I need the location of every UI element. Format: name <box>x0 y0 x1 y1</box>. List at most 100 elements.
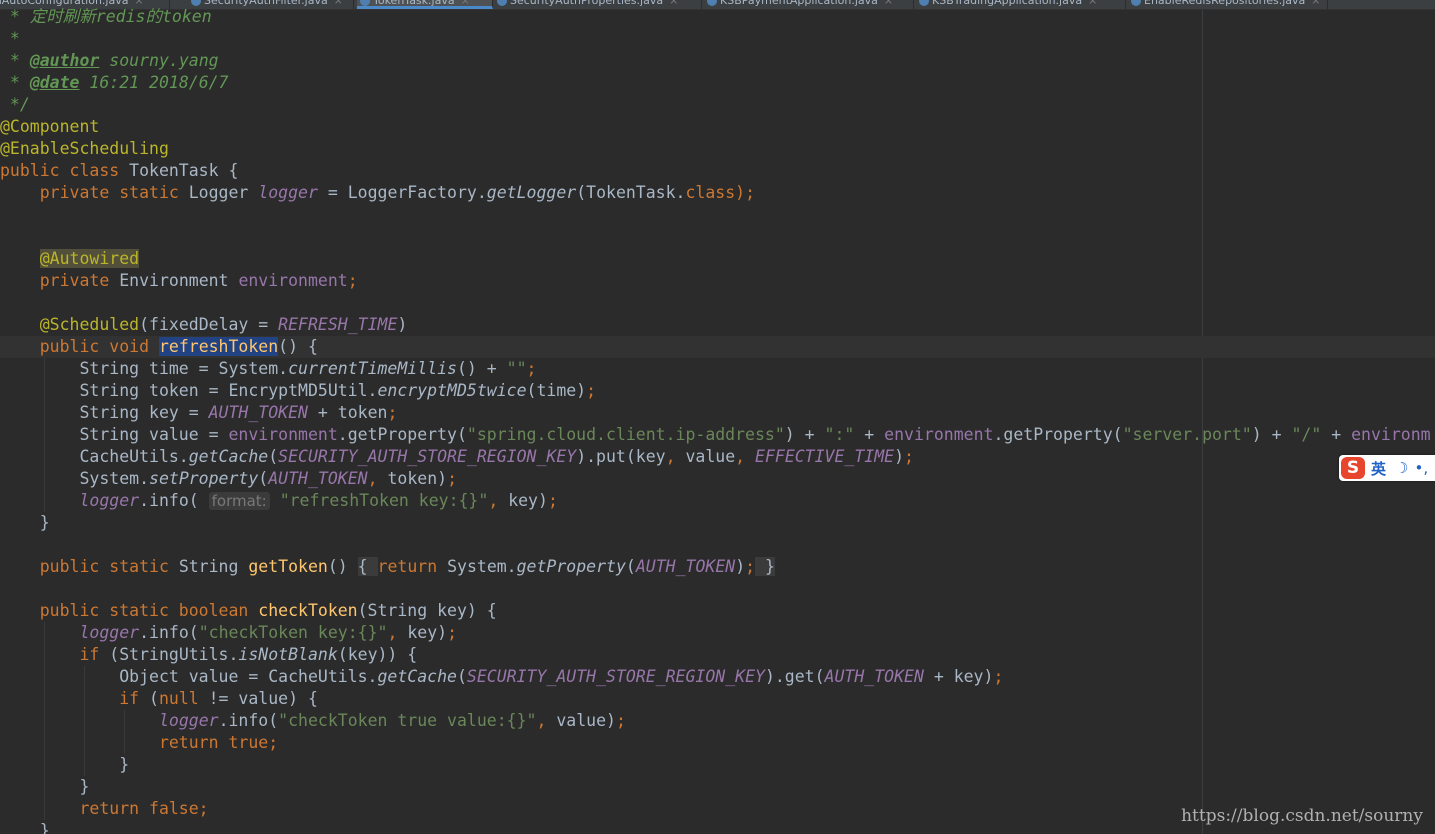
code-token: ; <box>447 469 457 488</box>
code-line[interactable]: String time = System.currentTimeMillis()… <box>0 358 1435 380</box>
code-line[interactable]: public static boolean checkToken(String … <box>0 600 1435 622</box>
indent-guide <box>84 688 85 710</box>
code-token: (StringUtils. <box>109 645 239 664</box>
code-token: TokenTask { <box>129 161 239 180</box>
code-line[interactable]: @EnableScheduling <box>0 138 1435 160</box>
punctuation-icon[interactable]: •, <box>1414 459 1428 477</box>
code-token: "" <box>506 359 527 378</box>
indent-guide <box>84 732 85 754</box>
code-line[interactable]: private Environment environment; <box>0 270 1435 292</box>
code-line[interactable]: public class TokenTask { <box>0 160 1435 182</box>
code-token: , <box>387 623 408 642</box>
code-line[interactable]: String key = AUTH_TOKEN + token; <box>0 402 1435 424</box>
code-line[interactable] <box>0 578 1435 600</box>
watermark: https://blog.csdn.net/sourny <box>1181 806 1423 826</box>
code-line[interactable]: } <box>0 776 1435 798</box>
code-line[interactable]: String token = EncryptMD5Util.encryptMD5… <box>0 380 1435 402</box>
ide-editor-window: AuthAutoConfiguration.java×SecurityAuthF… <box>0 0 1435 834</box>
ime-language-toggle[interactable]: 英 <box>1371 458 1386 479</box>
code-line[interactable]: logger.info("checkToken key:{}", key); <box>0 622 1435 644</box>
code-token: encryptMD5twice <box>377 381 527 400</box>
code-line[interactable] <box>0 534 1435 556</box>
code-line[interactable]: if (null != value) { <box>0 688 1435 710</box>
code-line[interactable]: return true; <box>0 732 1435 754</box>
code-token: ( <box>268 447 279 466</box>
indent-guide <box>84 754 85 776</box>
indent-guide <box>44 468 45 490</box>
code-line[interactable]: * @author sourny.yang <box>0 50 1435 72</box>
code-token: * <box>0 51 30 70</box>
code-line[interactable] <box>0 204 1435 226</box>
code-token: logger <box>79 491 140 510</box>
code-line[interactable] <box>0 292 1435 314</box>
code-token: + <box>854 425 885 444</box>
code-token: (fixedDelay = <box>139 315 279 334</box>
code-token: ) <box>894 447 905 466</box>
code-token: getCache <box>377 667 457 686</box>
code-line[interactable]: CacheUtils.getCache(SECURITY_AUTH_STORE_… <box>0 446 1435 468</box>
code-token: * <box>0 29 20 48</box>
indent-guide <box>44 380 45 402</box>
indent-guide <box>44 666 45 688</box>
code-token: ":" <box>824 425 855 444</box>
code-token: Environment <box>119 271 239 290</box>
code-line[interactable]: private static Logger logger = LoggerFac… <box>0 182 1435 204</box>
code-line[interactable]: * <box>0 28 1435 50</box>
code-token: logger <box>79 623 140 642</box>
code-line[interactable]: if (StringUtils.isNotBlank(key)) { <box>0 644 1435 666</box>
code-token: ; <box>615 711 626 730</box>
code-token: token) <box>387 469 448 488</box>
code-line[interactable]: @Autowired <box>0 248 1435 270</box>
code-line[interactable]: * @date 16:21 2018/6/7 <box>0 72 1435 94</box>
code-token: environment <box>238 271 348 290</box>
code-line[interactable]: Object value = CacheUtils.getCache(SECUR… <box>0 666 1435 688</box>
code-token: isNotBlank <box>238 645 338 664</box>
code-token: currentTimeMillis <box>288 359 457 378</box>
code-token: SECURITY_AUTH_STORE_REGION_KEY <box>278 447 577 466</box>
code-token: getLogger <box>486 183 577 202</box>
code-token: ; <box>904 447 914 466</box>
code-line[interactable]: @Scheduled(fixedDelay = REFRESH_TIME) <box>0 314 1435 336</box>
code-token: .info( <box>139 623 199 642</box>
code-token: (TokenTask. <box>576 183 686 202</box>
code-token: class <box>685 183 736 202</box>
indent-guide <box>44 776 45 798</box>
code-line[interactable]: logger.info( format: "refreshToken key:{… <box>0 490 1435 512</box>
code-line[interactable]: System.setProperty(AUTH_TOKEN, token); <box>0 468 1435 490</box>
moon-icon[interactable]: ☽ <box>1395 459 1408 477</box>
code-token: private <box>0 271 120 290</box>
code-line[interactable]: public static String getToken() { return… <box>0 556 1435 578</box>
code-token: } <box>0 513 50 532</box>
code-line[interactable]: logger.info("checkToken true value:{}", … <box>0 710 1435 732</box>
code-editor[interactable]: * 定时刷新redis的token * * @author sourny.yan… <box>0 6 1435 834</box>
code-token: ; <box>547 491 558 510</box>
code-token: @EnableScheduling <box>0 139 169 158</box>
indent-guide <box>84 710 85 732</box>
code-token: 16:21 2018/6/7 <box>79 73 229 92</box>
code-token: @Autowired <box>39 249 140 268</box>
code-token: * <box>0 73 30 92</box>
code-line[interactable]: } <box>0 512 1435 534</box>
code-line[interactable] <box>0 226 1435 248</box>
folded-region: } <box>755 557 775 576</box>
code-token: ; <box>586 381 597 400</box>
code-token: key) <box>407 623 448 642</box>
sogou-logo-icon[interactable]: S <box>1341 457 1365 479</box>
code-line[interactable]: @Component <box>0 116 1435 138</box>
code-token: "server.port" <box>1122 425 1252 444</box>
code-token: refreshToken <box>158 337 279 356</box>
code-token: AUTH_TOKEN <box>824 667 924 686</box>
code-line[interactable]: */ <box>0 94 1435 116</box>
code-token: checkToken <box>258 601 358 620</box>
code-line[interactable]: * 定时刷新redis的token <box>0 6 1435 28</box>
indent-guide <box>84 666 85 688</box>
code-line[interactable]: String value = environment.getProperty("… <box>0 424 1435 446</box>
code-line[interactable]: public void refreshToken() { <box>0 336 1435 358</box>
code-token: ); <box>735 183 756 202</box>
code-token: () { <box>278 337 318 356</box>
code-line[interactable]: } <box>0 754 1435 776</box>
ime-toolbar[interactable]: S 英 ☽ •, <box>1339 455 1435 481</box>
